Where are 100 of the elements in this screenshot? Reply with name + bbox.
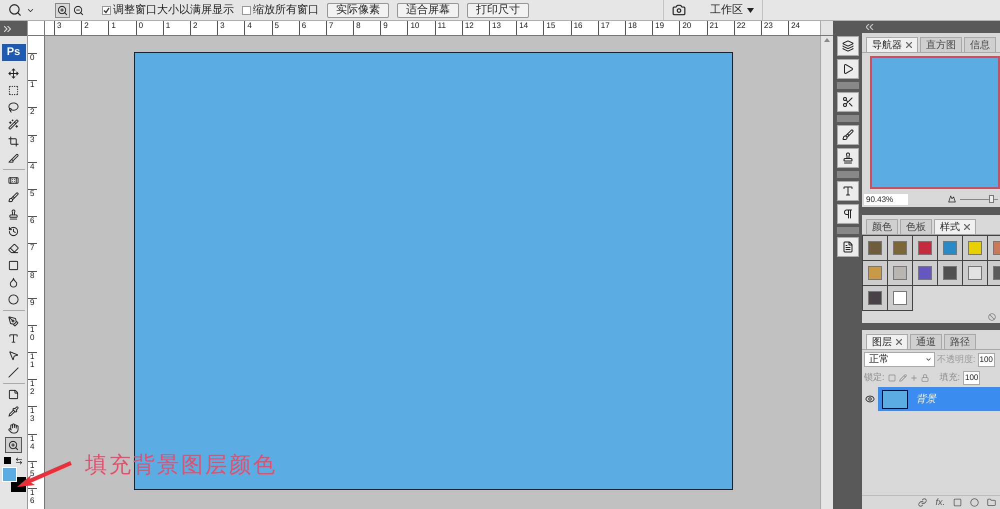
ruler-label: 1 [108, 21, 136, 35]
ruler-label: 15 [543, 21, 571, 35]
clear-style-icon[interactable] [988, 313, 996, 321]
ruler-label: 8 [28, 270, 37, 298]
ruler-label: 3 [54, 21, 82, 35]
option-button[interactable]: 打印尺寸 [467, 2, 529, 18]
zoom-icon[interactable] [5, 437, 22, 453]
slider-thumb[interactable] [989, 194, 994, 202]
ruler-label: 16 [28, 488, 37, 509]
ruler-label: 7 [326, 21, 354, 35]
panel-tab[interactable]: 色板 [900, 219, 932, 234]
ruler-label: 9 [380, 21, 408, 35]
panel-tab[interactable]: 直方图 [920, 37, 962, 52]
ruler-label: 20 [679, 21, 706, 35]
vertical-scrollbar[interactable] [820, 36, 833, 509]
checkbox[interactable] [242, 6, 251, 14]
brush-icon[interactable] [836, 125, 858, 145]
tools-icon[interactable] [836, 92, 858, 112]
fill-label: 填充: [940, 370, 960, 384]
collapse-icon[interactable] [866, 24, 874, 30]
panel-group-grip[interactable] [836, 115, 858, 122]
lock-label: 锁定: [864, 370, 885, 384]
mask-icon[interactable] [953, 498, 962, 507]
option-button[interactable]: 实际像素 [327, 2, 389, 18]
panel-group-grip[interactable] [836, 227, 858, 234]
panel-group-grip[interactable] [836, 82, 858, 89]
ruler-label: 3 [28, 134, 37, 162]
panel-tab[interactable]: 样式 [934, 219, 976, 234]
blend-mode-dropdown[interactable]: 正常 [864, 352, 935, 367]
option-button[interactable]: 适合屏幕 [397, 2, 459, 18]
opacity-label: 不透明度: [937, 352, 976, 366]
ruler-label: 9 [28, 298, 37, 325]
ruler-label: 14 [516, 21, 544, 35]
expand-icon[interactable] [4, 26, 11, 32]
foreground-color-swatch[interactable] [2, 467, 16, 482]
camera-icon[interactable] [672, 3, 686, 17]
style-swatch[interactable] [869, 242, 881, 254]
close-icon[interactable] [906, 42, 912, 48]
panel-tab[interactable]: 路径 [944, 334, 976, 349]
zoom-out-icon[interactable] [948, 195, 956, 203]
stamp-icon[interactable] [836, 148, 858, 168]
panel-tab[interactable]: 导航器 [866, 37, 918, 52]
workspace-menu[interactable]: 工作区 [710, 2, 754, 18]
play-icon[interactable] [836, 59, 858, 79]
style-swatch[interactable] [869, 292, 881, 304]
panel-tab[interactable]: 通道 [910, 334, 942, 349]
default-colors-icon[interactable] [4, 457, 11, 464]
document-icon[interactable] [836, 237, 858, 257]
layer-name: 背景 [916, 392, 936, 406]
ruler-label: 11 [28, 352, 37, 380]
panel-group-grip[interactable] [836, 171, 858, 178]
adjustment-icon[interactable] [970, 498, 979, 507]
checkbox[interactable] [102, 6, 111, 14]
style-swatch[interactable] [944, 242, 956, 254]
ruler-label: 12 [28, 379, 37, 406]
ruler-label: 5 [28, 188, 37, 216]
ruler-label: 2 [81, 21, 108, 35]
style-swatch[interactable] [869, 267, 881, 279]
ruler-label: 6 [28, 216, 37, 244]
zoom-field[interactable]: 90.43% [864, 194, 908, 204]
type-icon[interactable] [836, 181, 858, 201]
ruler-label: 13 [28, 406, 37, 434]
zoom-in-button[interactable] [55, 2, 70, 18]
style-swatch[interactable] [894, 292, 906, 304]
ruler-label: 10 [407, 21, 435, 35]
swap-colors-icon[interactable] [15, 457, 23, 465]
panel-tab[interactable]: 信息 [964, 37, 996, 52]
ruler-label: 6 [298, 21, 326, 35]
ruler-label: 0 [136, 21, 163, 35]
caret-icon [925, 356, 932, 363]
ruler-label: 8 [353, 21, 380, 35]
style-swatch[interactable] [969, 267, 981, 279]
fill-field[interactable]: 100 [963, 370, 980, 384]
ruler-label: 4 [28, 162, 37, 189]
ruler-label: 1 [28, 80, 37, 108]
folder-icon[interactable] [987, 498, 996, 507]
ruler-label: 0 [28, 53, 37, 80]
ps-logo: Ps [2, 44, 26, 61]
panel-tab[interactable]: 图层 [866, 334, 908, 349]
panel-tab[interactable]: 颜色 [866, 219, 898, 234]
checkbox-label: 调整窗口大小以满屏显示 [113, 2, 234, 18]
close-icon[interactable] [896, 339, 902, 345]
ruler-label: 7 [28, 243, 37, 270]
style-swatch[interactable] [944, 267, 956, 279]
style-swatch[interactable] [919, 242, 931, 254]
effects-icon[interactable]: fx. [935, 496, 945, 509]
panel-icon[interactable] [836, 36, 858, 56]
visibility-eye-icon[interactable] [865, 394, 875, 404]
opacity-field[interactable]: 100 [978, 352, 995, 366]
style-swatch[interactable] [894, 267, 906, 279]
ruler-label: 18 [624, 21, 652, 35]
style-swatch[interactable] [919, 267, 931, 279]
ruler-label: 16 [570, 21, 598, 35]
style-swatch[interactable] [969, 242, 981, 254]
zoom-tool-icon[interactable] [8, 3, 22, 17]
link-icon[interactable] [918, 498, 928, 507]
style-swatch[interactable] [894, 242, 906, 254]
close-icon[interactable] [964, 224, 970, 230]
scroll-up-icon[interactable] [824, 38, 830, 42]
paragraph-icon[interactable] [836, 204, 858, 224]
